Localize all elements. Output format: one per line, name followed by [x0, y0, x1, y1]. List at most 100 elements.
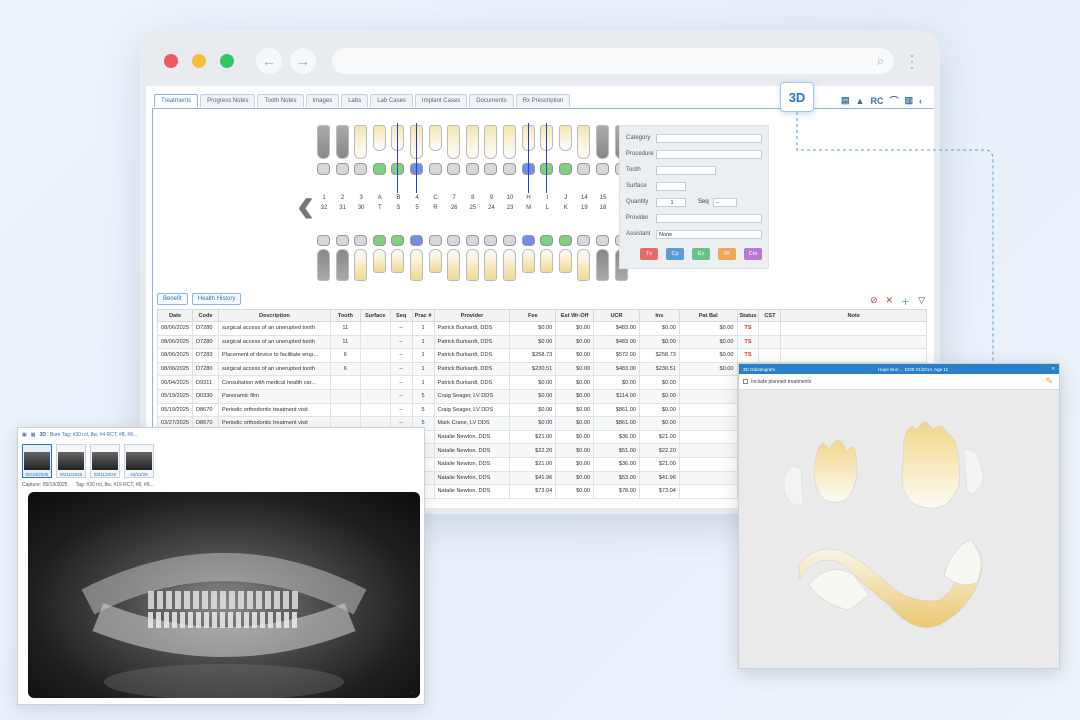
tx-button[interactable]: Tx [640, 248, 658, 260]
edit-icon[interactable]: ✎ [1045, 376, 1053, 387]
upper-tooth[interactable] [354, 125, 368, 159]
filter-icon[interactable]: ▽ [918, 295, 925, 308]
address-bar[interactable]: ⌕ [332, 48, 894, 74]
tab-images[interactable]: Images [305, 94, 340, 107]
tab-labs[interactable]: Labs [341, 94, 369, 107]
column-header[interactable]: Note [780, 309, 927, 322]
upper-tooth[interactable] [465, 125, 479, 159]
lower-tooth[interactable] [317, 249, 330, 281]
column-header[interactable]: Ins [638, 309, 680, 322]
lower-occlusal[interactable] [372, 235, 386, 246]
lower-occlusal[interactable] [465, 235, 479, 246]
delete-icon[interactable]: ✕ [886, 295, 894, 308]
quantity-input[interactable]: 1 [656, 197, 686, 207]
column-header[interactable]: Pat Bal [678, 309, 738, 322]
lower-occlusal[interactable] [410, 235, 423, 246]
upper-tooth[interactable] [428, 125, 442, 151]
lower-occlusal[interactable] [335, 235, 349, 246]
upper-tooth[interactable] [317, 125, 330, 159]
lower-tooth-number[interactable]: T [373, 205, 387, 211]
lower-occlusal[interactable] [391, 235, 405, 246]
upper-tooth-number[interactable]: 1 [317, 195, 331, 201]
lower-occlusal[interactable] [521, 235, 535, 246]
lower-tooth-number[interactable]: 26 [447, 205, 461, 211]
tab-documents[interactable]: Documents [469, 94, 514, 107]
lower-tooth[interactable] [428, 249, 442, 273]
subtab-health-history[interactable]: Health History [191, 293, 242, 305]
3d-button[interactable]: 3D [780, 82, 814, 112]
back-icon[interactable]: ← [256, 48, 282, 74]
chart-icon[interactable]: ▥ [904, 95, 913, 106]
tooth-icon[interactable]: ▤ [841, 95, 850, 106]
upper-tooth-number[interactable]: I [540, 195, 554, 201]
subtab-benefit[interactable]: Benefit [157, 293, 188, 305]
upper-tooth[interactable] [577, 125, 591, 159]
lower-occlusal[interactable] [596, 235, 609, 246]
seq-select[interactable]: -- [712, 197, 737, 207]
xray-thumbnail[interactable]: 05/11/2025 [56, 444, 86, 478]
column-header[interactable]: Description [217, 309, 331, 322]
lower-tooth-number[interactable]: K [559, 205, 573, 211]
upper-occlusal[interactable] [484, 163, 498, 175]
upper-tooth-number[interactable]: 14 [577, 195, 591, 201]
column-header[interactable]: Code [192, 309, 219, 322]
collapse-icon[interactable]: ‹ [919, 96, 922, 106]
xray-thumbnail[interactable]: 03/11/2025 [90, 444, 120, 478]
lower-tooth[interactable] [335, 249, 349, 281]
upper-occlusal[interactable] [428, 163, 442, 175]
cm-button[interactable]: Cm [744, 248, 762, 260]
lower-occlusal[interactable] [540, 235, 554, 246]
table-row[interactable]: 08/06/2025 D7280 surgical access of an une… [157, 321, 927, 336]
upper-occlusal[interactable] [503, 163, 516, 175]
lower-tooth-number[interactable]: 31 [336, 205, 350, 211]
tab-implant-cases[interactable]: Implant Cases [414, 94, 468, 107]
lower-tooth[interactable] [410, 249, 423, 281]
lower-tooth-number[interactable]: 23 [503, 205, 517, 211]
upper-tooth[interactable] [503, 125, 516, 159]
assistant-select[interactable]: None [656, 229, 762, 239]
xray-thumbnail[interactable]: 05/19/2025 [22, 444, 52, 478]
lower-tooth-number[interactable]: 30 [354, 205, 368, 211]
tab-progress-notes[interactable]: Progress Notes [200, 94, 256, 107]
upper-occlusal[interactable] [354, 163, 368, 175]
tooth-input[interactable] [656, 165, 716, 175]
lower-tooth[interactable] [577, 249, 591, 281]
upper-occlusal[interactable] [372, 163, 386, 175]
lower-occlusal[interactable] [577, 235, 591, 246]
lower-tooth[interactable] [540, 249, 554, 273]
column-header[interactable]: CST [758, 309, 782, 322]
close-icon[interactable]: ✕ [1051, 366, 1055, 372]
upper-tooth-number[interactable]: 3 [354, 195, 368, 201]
graduation-icon[interactable]: ▲ [856, 96, 865, 106]
lower-tooth-number[interactable]: 19 [577, 205, 591, 211]
forward-icon[interactable]: → [290, 48, 316, 74]
column-header[interactable]: Provider [433, 309, 511, 322]
rf-button[interactable]: Rf [718, 248, 736, 260]
lower-tooth-number[interactable]: M [522, 205, 536, 211]
lower-occlusal[interactable] [317, 235, 330, 246]
lower-tooth[interactable] [447, 249, 461, 281]
column-header[interactable]: Fee [509, 309, 557, 322]
tab-lab-cases[interactable]: Lab Cases [370, 94, 413, 107]
upper-tooth-number[interactable]: 8 [466, 195, 480, 201]
table-row[interactable]: 08/06/2025 D7283 Placement of device to fa… [157, 348, 927, 363]
upper-tooth[interactable] [372, 125, 386, 151]
lower-occlusal[interactable] [428, 235, 442, 246]
upper-tooth[interactable] [558, 125, 572, 151]
table-row[interactable]: 08/06/2025 D7280 surgical access of an une… [157, 334, 927, 350]
column-header[interactable]: Status [736, 309, 760, 322]
grid-icon[interactable]: ▦ [31, 432, 36, 438]
category-select[interactable] [656, 133, 762, 143]
lower-tooth[interactable] [354, 249, 368, 281]
upper-occlusal[interactable] [596, 163, 609, 175]
column-header[interactable]: Est Wr-Off [555, 309, 595, 322]
close-dot[interactable] [164, 54, 178, 68]
menu-icon[interactable]: · · · [908, 46, 916, 76]
lower-tooth-number[interactable]: S [391, 205, 405, 211]
lower-tooth[interactable] [521, 249, 535, 273]
rc-button[interactable]: RC [870, 96, 883, 106]
upper-occlusal[interactable] [577, 163, 591, 175]
resize-icon[interactable]: ⌟ [410, 685, 414, 696]
column-header[interactable]: UCR [593, 309, 640, 322]
upper-tooth-number[interactable]: 7 [447, 195, 461, 201]
